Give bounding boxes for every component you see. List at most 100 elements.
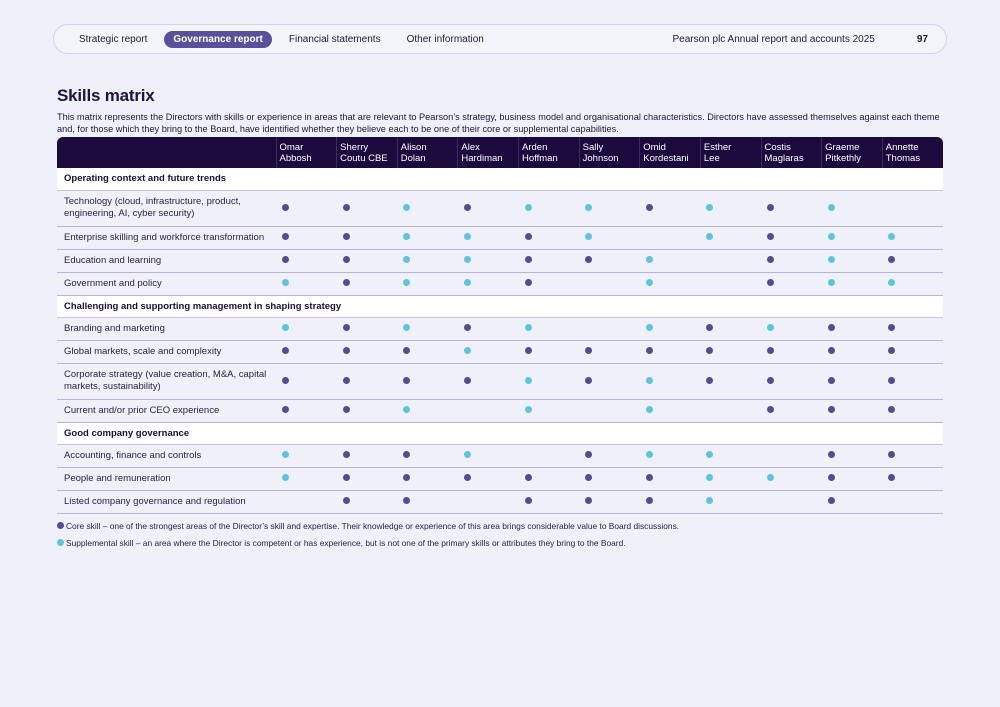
skill-cell — [336, 226, 398, 250]
skill-cell — [518, 467, 580, 491]
skill-cell — [882, 317, 943, 341]
director-header: Sally Johnson — [578, 137, 640, 168]
core-skill-dot-icon — [342, 451, 350, 458]
skill-cell — [336, 444, 398, 468]
supplemental-skill-dot-icon — [888, 233, 896, 240]
skill-cell — [518, 340, 580, 364]
supplemental-skill-dot-icon — [524, 376, 532, 384]
skill-cell — [397, 226, 458, 250]
skill-cell — [579, 444, 640, 468]
skill-cell — [639, 467, 701, 491]
section-header-row: Good company governance — [57, 422, 943, 445]
skill-cell — [639, 363, 701, 400]
skill-cell — [518, 249, 580, 273]
director-last-name: Lee — [703, 152, 720, 164]
skill-cell — [397, 363, 458, 400]
core-skill-dot-icon — [342, 406, 350, 413]
nav-link-governance-report[interactable]: Governance report — [164, 30, 272, 48]
skill-label: People and remuneration — [57, 467, 276, 491]
skill-label: Government and policy — [57, 272, 276, 296]
skill-cell — [397, 190, 458, 227]
nav-link-financial-statements[interactable]: Financial statements — [280, 31, 390, 48]
skill-cell — [336, 340, 398, 364]
core-skill-dot-icon — [706, 324, 714, 331]
skill-cell — [397, 340, 458, 364]
supplemental-skill-dot-icon — [706, 233, 714, 240]
skill-cell — [761, 272, 822, 296]
skill-cell — [397, 467, 458, 491]
skill-cell — [336, 490, 398, 514]
table-header-corner — [57, 137, 276, 168]
skill-row: Branding and marketing — [57, 317, 943, 341]
core-skill-dot-icon — [282, 256, 289, 263]
skill-cell — [700, 340, 761, 364]
core-skill-dot-icon — [403, 347, 411, 354]
skill-cell — [700, 272, 761, 296]
core-skill-dot-icon — [463, 203, 471, 211]
skill-cell — [336, 399, 398, 423]
core-skill-dot-icon — [342, 233, 350, 240]
supplemental-skill-dot-icon — [463, 233, 471, 240]
skill-cell — [579, 490, 640, 514]
core-skill-dot-icon — [463, 324, 471, 331]
core-skill-dot-icon — [827, 497, 835, 504]
skill-cell — [821, 249, 883, 273]
core-skill-dot-icon — [463, 376, 471, 384]
director-last-name: Dolan — [400, 152, 426, 164]
core-skill-dot-icon — [767, 233, 774, 240]
core-skill-dot-icon — [767, 279, 774, 286]
skill-cell — [579, 272, 640, 296]
core-skill-dot-icon — [463, 474, 471, 481]
core-skill-dot-icon — [767, 376, 774, 384]
core-skill-dot-icon — [585, 256, 593, 263]
supplemental-skill-dot-icon — [645, 279, 653, 286]
core-skill-dot-icon — [524, 497, 532, 504]
skill-cell — [579, 340, 640, 364]
core-skill-dot-icon — [767, 203, 774, 211]
skill-cell — [276, 490, 337, 514]
supplemental-skill-dot-icon — [645, 256, 653, 263]
director-first-name: Sherry — [340, 141, 369, 153]
skills-matrix-table: Omar Abbosh Sherry Coutu CBE Alison Dolan Alex… — [57, 137, 943, 514]
skill-cell — [518, 399, 580, 423]
skill-cell — [397, 399, 458, 423]
supplemental-skill-dot-icon — [403, 279, 411, 286]
core-skill-dot-icon — [888, 451, 896, 458]
supplemental-skill-dot-icon — [645, 451, 653, 458]
skill-cell — [457, 399, 519, 423]
skill-cell — [397, 490, 458, 514]
core-skill-dot-icon — [342, 256, 350, 263]
nav-link-strategic-report[interactable]: Strategic report — [70, 31, 156, 48]
skill-cell — [457, 363, 519, 400]
skill-label: Education and learning — [57, 249, 276, 273]
core-skill-dot-icon — [282, 376, 289, 384]
director-first-name: Alex — [461, 141, 480, 153]
section-header-row: Challenging and supporting management in… — [57, 295, 943, 318]
skill-cell — [761, 249, 822, 273]
core-skill-dot-icon — [342, 203, 350, 211]
skill-cell — [457, 249, 519, 273]
director-last-name: Coutu CBE — [340, 152, 388, 164]
skill-cell — [761, 490, 822, 514]
skill-cell — [761, 444, 822, 468]
skill-cell — [276, 399, 337, 423]
skill-cell — [276, 190, 337, 227]
nav-link-other-information[interactable]: Other information — [398, 31, 493, 48]
supplemental-skill-dot-icon — [706, 203, 714, 211]
skill-cell — [821, 317, 883, 341]
skill-cell — [882, 444, 943, 468]
director-header: Omid Kordestani — [639, 137, 701, 168]
supplemental-skill-dot-icon — [827, 203, 835, 211]
skill-cell — [639, 249, 701, 273]
skill-cell — [761, 226, 822, 250]
supplemental-skill-dot-icon — [888, 279, 896, 286]
core-skill-dot-icon — [767, 347, 774, 354]
supplemental-skill-dot-icon — [463, 347, 471, 354]
skill-row: Government and policy — [57, 272, 943, 296]
supplemental-skill-dot-icon — [403, 203, 411, 211]
skill-cell — [882, 340, 943, 364]
skill-cell — [276, 249, 337, 273]
skill-cell — [882, 226, 943, 250]
top-navigation: Strategic report Governance report Finan… — [53, 24, 947, 54]
skill-cell — [761, 190, 822, 227]
